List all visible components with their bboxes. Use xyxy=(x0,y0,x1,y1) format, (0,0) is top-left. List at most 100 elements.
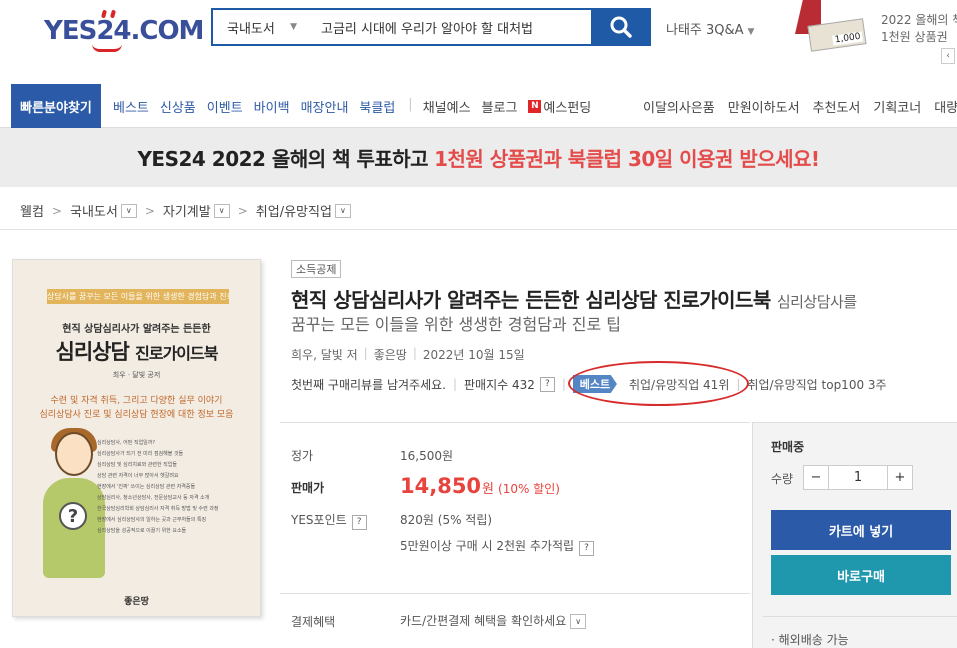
book-author[interactable]: 희우, 달빛 저 xyxy=(291,346,358,363)
search-button[interactable] xyxy=(591,8,651,46)
book-date: 2022년 10월 15일 xyxy=(422,348,525,362)
help-icon[interactable]: ? xyxy=(539,376,555,392)
quantity-decrease-button[interactable]: − xyxy=(804,466,828,489)
user-question-link[interactable]: 나태주 3Q&A ▼ xyxy=(666,19,754,38)
cover-title-main: 심리상담 xyxy=(55,340,130,364)
cover-publisher: 좋은땅 xyxy=(124,597,149,607)
list-price-label: 정가 xyxy=(291,449,314,463)
add-to-cart-button[interactable]: 카트에 넣기 xyxy=(771,510,951,550)
book-title-sub: 심리상담사를 xyxy=(776,293,857,311)
promo-banner[interactable]: YES24 2022 올해의 책 투표하고 1천원 상품권과 북클럽 30일 이용… xyxy=(0,128,957,187)
nav-item-best[interactable]: 베스트 xyxy=(113,97,149,116)
breadcrumb-home[interactable]: 웰컴 xyxy=(20,201,44,220)
cover-list-item: 현장에서 '진짜' 쓰이는 심리상담 관련 자격증들 xyxy=(97,484,196,490)
search-category-select[interactable]: 국내도서 ▼ xyxy=(213,10,305,44)
tax-deduction-badge: 소득공제 xyxy=(291,260,342,278)
yes-point-value: 820원 (5% 적립) xyxy=(400,513,493,527)
chevron-down-icon[interactable]: ∨ xyxy=(570,614,587,629)
nav-item-gift[interactable]: 이달의사은품 xyxy=(643,97,715,116)
cover-title-sub: 진로가이드북 xyxy=(135,344,218,363)
nav-item-special[interactable]: 기획코너 xyxy=(873,97,921,116)
cover-list-item: 심리상담사가 되기 전 미리 점검해볼 것들 xyxy=(97,451,184,457)
book-meta: 희우, 달빛 저 | 좋은땅 | 2022년 10월 15일 xyxy=(291,346,525,363)
nav-item-channel[interactable]: 채널예스 xyxy=(423,97,471,116)
chevron-down-icon: ▼ xyxy=(747,27,755,37)
quantity-label: 수량 xyxy=(771,472,794,486)
list-price-value: 16,500원 xyxy=(400,449,454,463)
nav-item-store[interactable]: 매장안내 xyxy=(301,97,349,116)
chevron-right-icon: > xyxy=(51,203,62,218)
buy-now-button[interactable]: 바로구매 xyxy=(771,555,951,595)
nav-item-bulk[interactable]: 대량/ xyxy=(934,97,957,116)
cover-title: 심리상담 진로가이드북 xyxy=(13,336,260,366)
yes24-logo[interactable]: YES24.COM xyxy=(44,6,204,52)
chevron-down-icon[interactable]: ∨ xyxy=(213,203,230,218)
top100-rank-link[interactable]: 취업/유망직업 top100 3주 xyxy=(747,376,886,393)
chevron-down-icon: ▼ xyxy=(290,22,297,32)
divider xyxy=(280,422,750,423)
promo-highlight: 1천원 상품권과 북클럽 30일 이용권 받으세요! xyxy=(434,147,820,171)
breadcrumb: 웰컴 > 국내도서 ∨ > 자기계발 ∨ > 취업/유망직업 ∨ xyxy=(20,201,351,220)
promo-text: YES24 2022 올해의 책 투표하고 xyxy=(137,147,429,171)
nav-item-recommend[interactable]: 추천도서 xyxy=(813,97,861,116)
book-subtitle: 꿈꾸는 모든 이들을 위한 생생한 경험담과 진로 팁 xyxy=(291,315,622,334)
search-input[interactable] xyxy=(305,10,591,44)
cover-list-item: 상담심리사, 청소년상담사, 전문상담교사 등 자격 소개 xyxy=(97,495,210,501)
quick-category-button[interactable]: 빠른분야찾기 xyxy=(11,84,101,128)
book-publisher[interactable]: 좋은땅 xyxy=(374,346,407,363)
payment-benefit[interactable]: 카드/간편결제 혜택을 확인하세요 ∨ xyxy=(400,612,587,629)
nav-left: 베스트 신상품 이벤트 바이백 매장안내 북클럽 | 채널예스 블로그 N 예스펀… xyxy=(113,97,602,116)
nav-item-new[interactable]: 신상품 xyxy=(160,97,196,116)
payment-benefit-label: 결제혜택 xyxy=(291,615,336,629)
divider xyxy=(763,616,957,617)
chevron-down-icon[interactable]: ∨ xyxy=(334,203,351,218)
quantity-input[interactable]: 1 xyxy=(828,466,888,489)
sale-price-value: 14,850 xyxy=(400,474,482,498)
quantity-increase-button[interactable]: + xyxy=(888,466,912,489)
cover-list-item: 한국상담심리학회 상담심리사 자격 취득 방법 및 수련 과정 xyxy=(97,506,219,512)
divider xyxy=(280,593,750,594)
book-cover[interactable]: 심리상담사를 꿈꾸는 모든 이들을 위한 생생한 경험담과 진로 팁 현직 상담… xyxy=(12,259,261,617)
cover-list-item: 상담 관련 자격이 너무 많아서 헷갈려요 xyxy=(97,473,179,479)
help-icon[interactable]: ? xyxy=(351,515,367,530)
yes-point-label-text: YES포인트 xyxy=(291,513,347,527)
cover-illustration: ? xyxy=(43,428,105,578)
cover-list-item: 심리상담 및 심리치료와 관련한 직업들 xyxy=(97,462,177,468)
extra-point: 5만원이상 구매 시 2천원 추가적립? xyxy=(400,537,595,556)
sales-index: 판매지수 432 xyxy=(464,377,535,392)
sale-status: 판매중 xyxy=(771,440,805,454)
search-category-label: 국내도서 xyxy=(227,21,275,37)
chevron-down-icon[interactable]: ∨ xyxy=(120,203,137,218)
search-bar: 국내도서 ▼ xyxy=(211,8,651,46)
yes-point-label: YES포인트? xyxy=(291,511,367,530)
nav-divider: | xyxy=(408,97,413,112)
nav-item-event[interactable]: 이벤트 xyxy=(207,97,243,116)
banner-line2: 1천원 상품권 xyxy=(881,30,948,44)
nav-item-blog[interactable]: 블로그 xyxy=(482,97,518,116)
chevron-right-icon: > xyxy=(144,203,155,218)
banner-prev-button[interactable]: ‹ xyxy=(941,48,955,64)
cover-ribbon: 심리상담사를 꿈꾸는 모든 이들을 위한 생생한 경험담과 진로 팁 xyxy=(47,289,229,304)
nav-item-under10k[interactable]: 만원이하도서 xyxy=(728,97,800,116)
discount-rate: (10% 할인) xyxy=(498,482,560,496)
nav-item-yesfunding-label: 예스펀딩 xyxy=(543,101,592,116)
quantity-stepper: − 1 + xyxy=(803,465,913,490)
book-title: 현직 상담심리사가 알려주는 든든한 심리상담 진로가이드북 심리상담사를 xyxy=(291,284,857,313)
sale-price: 14,850원 (10% 할인) xyxy=(400,474,560,498)
help-icon[interactable]: ? xyxy=(579,541,595,556)
banner-line1: 2022 올해의 책 xyxy=(881,13,957,27)
cover-tagline-2: 심리상담사 진로 및 심리상담 현장에 대한 정보 모음 xyxy=(39,410,234,420)
nav-item-buyback[interactable]: 바이백 xyxy=(254,97,290,116)
purchase-panel: 판매중 수량 − 1 + 카트에 넣기 바로구매 · 해외배송 가능 xyxy=(752,422,957,648)
breadcrumb-domestic[interactable]: 국내도서 xyxy=(70,201,118,220)
highlight-ellipse xyxy=(568,361,749,406)
breadcrumb-career[interactable]: 취업/유망직업 xyxy=(256,201,332,220)
nav-item-yesfunding[interactable]: N 예스펀딩 xyxy=(528,97,591,116)
breadcrumb-selfhelp[interactable]: 자기계발 xyxy=(163,201,211,220)
cover-tagline-1: 수련 및 자격 취득, 그리고 다양한 실무 이야기 xyxy=(50,396,223,406)
cover-line1: 현직 상담심리사가 알려주는 든든한 xyxy=(62,324,211,335)
header-promo-banner[interactable]: 1,000 2022 올해의 책 1천원 상품권 ‹ xyxy=(795,0,957,66)
cover-list-item: 현장에서 심리상담사의 일하는 곳과 근무처들의 특징 xyxy=(97,517,207,523)
nav-item-bookclub[interactable]: 북클럽 xyxy=(359,97,395,116)
write-review-link[interactable]: 첫번째 구매리뷰를 남겨주세요. xyxy=(291,376,446,393)
